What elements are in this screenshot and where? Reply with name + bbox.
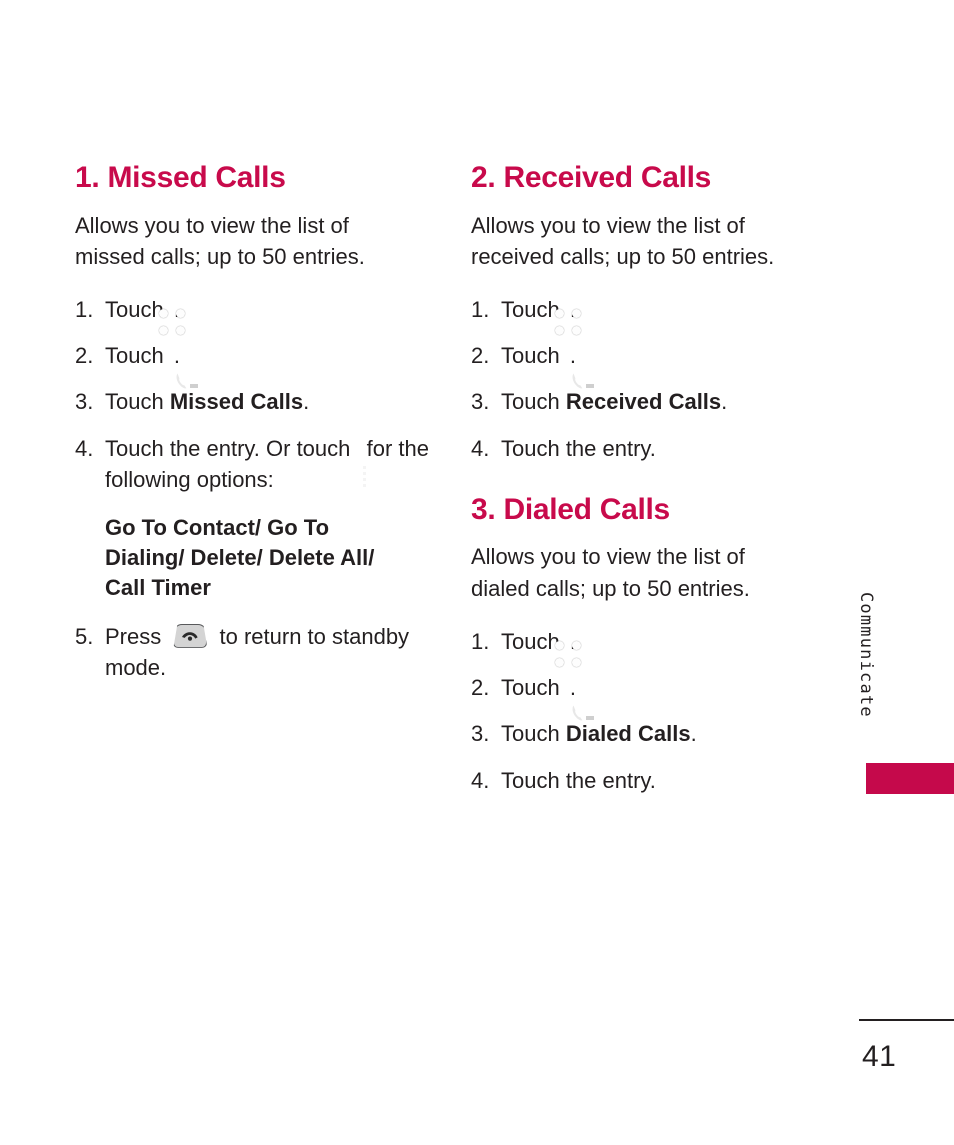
step-item: 3. Touch Dialed Calls. bbox=[471, 718, 831, 749]
step-number: 2. bbox=[75, 343, 94, 369]
step-item: 2. Touch . bbox=[471, 672, 831, 721]
step-text-after: . bbox=[303, 389, 310, 415]
step-item: 4. Touch the entry. bbox=[471, 765, 831, 796]
end-call-key-icon bbox=[173, 623, 208, 648]
step-text: Touch bbox=[501, 389, 560, 415]
step-item: 5. Press to return to standby mode. bbox=[75, 621, 435, 683]
step-text-after: . bbox=[721, 389, 728, 415]
step-text: Touch bbox=[501, 721, 560, 747]
step-number: 2. bbox=[471, 675, 490, 701]
step-bold-term: Missed Calls bbox=[169, 389, 304, 415]
step-number: 2. bbox=[471, 343, 490, 369]
steps-list-dialed-calls: 1. Touch . 2. Touch bbox=[471, 626, 831, 796]
step-number: 3. bbox=[471, 389, 490, 415]
step-item: 2. Touch . bbox=[471, 340, 831, 389]
step-text: Touch the entry. Or touch bbox=[105, 435, 351, 461]
manual-page: 1. Missed Calls Allows you to view the l… bbox=[0, 0, 954, 1145]
section-intro-dialed-calls: Allows you to view the list of dialed ca… bbox=[471, 544, 750, 601]
step-text: Touch bbox=[105, 389, 164, 415]
footer-divider bbox=[859, 1019, 954, 1021]
steps-list-received-calls: 1. Touch . 2. Touch bbox=[471, 294, 831, 464]
step-text-after: . bbox=[690, 721, 697, 747]
steps-list-missed-calls: 1. Touch . 2. Touch bbox=[75, 294, 435, 495]
step-text: Touch bbox=[105, 343, 164, 369]
side-tab-bar bbox=[866, 763, 954, 794]
step-item: 4. Touch the entry. bbox=[471, 433, 831, 464]
step-item: 4. Touch the entry. Or touch for the fol… bbox=[75, 433, 435, 495]
step-number: 1. bbox=[471, 296, 490, 322]
step-text: Touch bbox=[501, 296, 560, 322]
section-intro-missed-calls: Allows you to view the list of missed ca… bbox=[75, 212, 365, 269]
steps-list-missed-calls-continued: 5. Press to return to standby mode. bbox=[75, 621, 435, 683]
step-number: 4. bbox=[471, 767, 490, 793]
step-item: 1. Touch . bbox=[75, 294, 435, 335]
step-text: Press bbox=[105, 623, 162, 649]
section-heading-missed-calls: 1. Missed Calls bbox=[75, 161, 286, 194]
step-text: Touch bbox=[105, 296, 164, 322]
step-number: 1. bbox=[75, 296, 94, 322]
step-text-after: . bbox=[173, 343, 180, 369]
step-text: Touch the entry. bbox=[501, 767, 656, 793]
step-number: 4. bbox=[471, 435, 490, 461]
section-intro-received-calls: Allows you to view the list of received … bbox=[471, 212, 775, 269]
step-item: 1. Touch . bbox=[471, 294, 831, 335]
options-values-text: Go To Contact/ Go To Dialing/ Delete/ De… bbox=[105, 515, 375, 600]
step-text: Touch bbox=[501, 628, 560, 654]
step-item: 3. Touch Received Calls. bbox=[471, 386, 831, 417]
step-item: 2. Touch . bbox=[75, 340, 435, 389]
step-bold-term: Dialed Calls bbox=[565, 721, 691, 747]
step-text-after: . bbox=[569, 343, 576, 369]
step-text-after: . bbox=[569, 675, 576, 701]
step-item: 1. Touch . bbox=[471, 626, 831, 667]
step-number: 3. bbox=[471, 721, 490, 747]
step-text: Touch bbox=[501, 675, 560, 701]
step-number: 4. bbox=[75, 435, 94, 461]
step-number: 3. bbox=[75, 389, 94, 415]
step-text: Touch bbox=[501, 343, 560, 369]
page-number: 41 bbox=[862, 1040, 897, 1073]
step-item: 3. Touch Missed Calls. bbox=[75, 386, 435, 417]
section-heading-received-calls: 2. Received Calls bbox=[471, 161, 712, 194]
left-column: 1. Missed Calls Allows you to view the l… bbox=[75, 162, 435, 698]
step-text: Touch the entry. bbox=[501, 435, 656, 461]
side-tab-chapter-label: Communicate bbox=[856, 592, 876, 718]
step-bold-term: Received Calls bbox=[565, 389, 722, 415]
step-number: 5. bbox=[75, 623, 94, 649]
step-number: 1. bbox=[471, 628, 490, 654]
right-column: 2. Received Calls Allows you to view the… bbox=[471, 162, 831, 811]
section-heading-dialed-calls: 3. Dialed Calls bbox=[471, 492, 670, 526]
